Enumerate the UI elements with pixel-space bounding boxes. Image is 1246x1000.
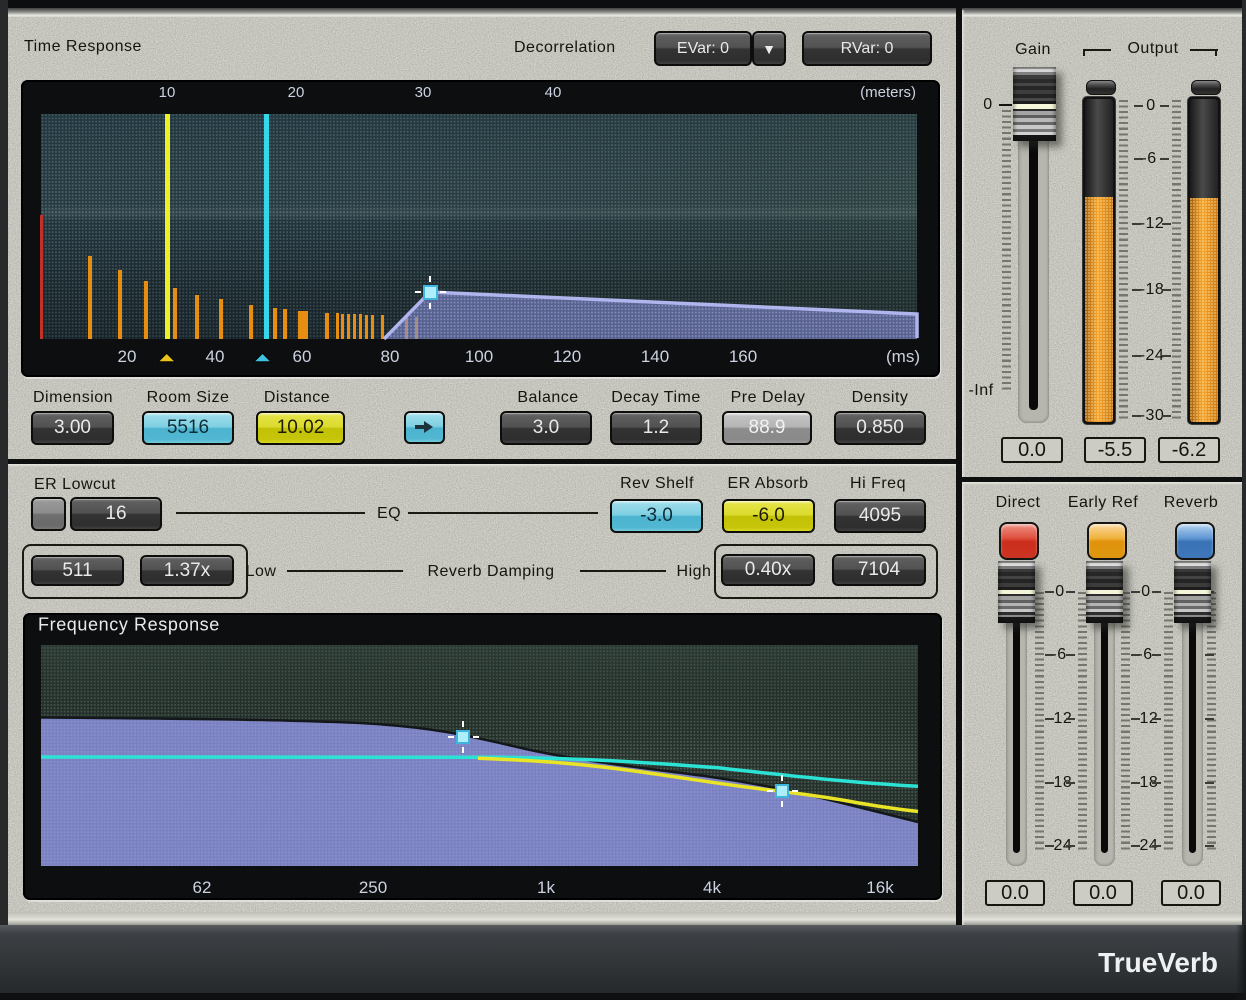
svg-text:160: 160 [729,347,757,366]
svg-text:250: 250 [359,878,387,897]
svg-text:40: 40 [545,84,562,101]
svg-text:(meters): (meters) [860,84,916,101]
svg-text:80: 80 [381,347,400,366]
svg-text:20: 20 [288,84,305,101]
svg-text:60: 60 [293,347,312,366]
svg-text:4k: 4k [703,878,721,897]
svg-text:(ms): (ms) [886,347,920,366]
svg-text:120: 120 [553,347,581,366]
svg-text:20: 20 [118,347,137,366]
svg-text:Frequency Response: Frequency Response [38,615,220,635]
svg-text:16k: 16k [866,878,894,897]
svg-text:1k: 1k [537,878,555,897]
svg-text:10: 10 [159,84,176,101]
svg-text:140: 140 [641,347,669,366]
svg-text:62: 62 [193,878,212,897]
svg-text:30: 30 [415,84,432,101]
svg-text:40: 40 [206,347,225,366]
svg-text:100: 100 [465,347,493,366]
